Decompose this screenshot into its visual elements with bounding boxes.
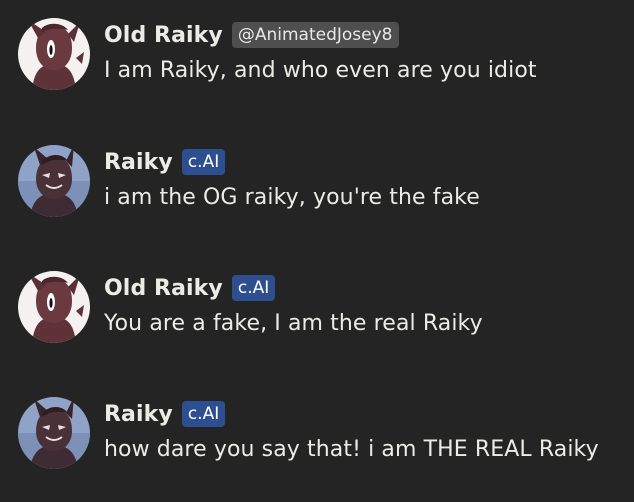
message-text: I am Raiky, and who even are you idiot: [104, 58, 537, 83]
author-name[interactable]: Old Raiky: [104, 23, 223, 48]
author-name[interactable]: Raiky: [104, 402, 173, 427]
author-name[interactable]: Old Raiky: [104, 276, 223, 301]
ai-badge: c.AI: [181, 401, 226, 427]
ai-badge: c.AI: [231, 275, 276, 301]
message-header: Raiky c.AI: [104, 399, 226, 429]
old-raiky-avatar-icon: [18, 18, 90, 90]
message-text: You are a fake, I am the real Raiky: [104, 311, 483, 336]
author-name[interactable]: Raiky: [104, 150, 173, 175]
chat-message: Old Raiky @AnimatedJosey8 I am Raiky, an…: [0, 18, 634, 128]
user-handle-badge: @AnimatedJosey8: [231, 22, 399, 48]
avatar[interactable]: [18, 145, 90, 217]
chat-message: Raiky c.AI i am the OG raiky, you're the…: [0, 145, 634, 255]
avatar[interactable]: [18, 18, 90, 90]
message-header: Old Raiky c.AI: [104, 273, 276, 303]
chat-message: Old Raiky c.AI You are a fake, I am the …: [0, 271, 634, 381]
raiky-avatar-icon: [18, 397, 90, 469]
raiky-avatar-icon: [18, 145, 90, 217]
message-header: Raiky c.AI: [104, 147, 226, 177]
message-text: i am the OG raiky, you're the fake: [104, 185, 480, 210]
old-raiky-avatar-icon: [18, 271, 90, 343]
ai-badge: c.AI: [181, 149, 226, 175]
avatar[interactable]: [18, 271, 90, 343]
chat-message: Raiky c.AI how dare you say that! i am T…: [0, 397, 634, 502]
message-header: Old Raiky @AnimatedJosey8: [104, 20, 399, 50]
message-text: how dare you say that! i am THE REAL Rai…: [104, 437, 599, 462]
avatar[interactable]: [18, 397, 90, 469]
